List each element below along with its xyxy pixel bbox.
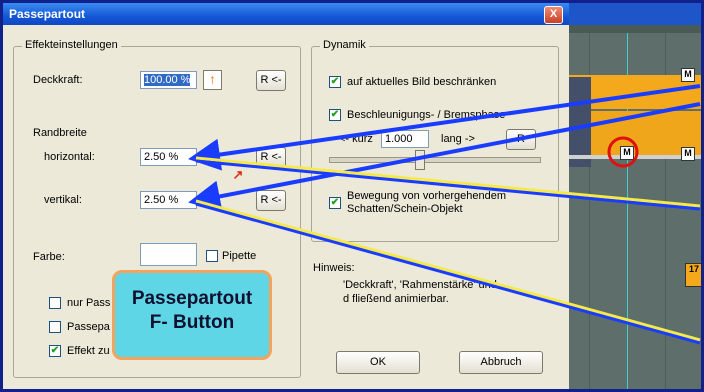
horizontal-reset-button[interactable]: R <- [256,147,286,168]
kurz-input[interactable]: 1.000 [381,130,429,148]
keyframe-arrow-icon[interactable]: ↑ [203,70,222,90]
farbe-label: Farbe: [33,251,65,263]
window-title: Passepartout [9,7,86,21]
option3-label: Effekt zu [67,345,110,357]
marker-icon[interactable]: M [681,147,695,161]
pipette-checkbox[interactable] [206,250,218,262]
callout-line2: F- Button [149,312,235,333]
hint-title: Hinweis: [313,262,355,274]
reset-label: R <- [260,74,282,86]
randbreite-label: Randbreite [33,127,87,139]
timeline-clip-marker[interactable]: 17 [685,263,701,287]
link-arrow-icon[interactable]: ↗ [231,168,245,182]
option1-label: nur Pass [67,297,111,309]
horizontal-value: 2.50 % [144,151,179,163]
vertikal-input[interactable]: 2.50 % [140,191,197,209]
accel-label: Beschleunigungs- / Bremsphase [347,109,506,121]
accel-slider-track[interactable] [329,157,541,163]
deckkraft-reset-button[interactable]: R <- [256,70,286,91]
timeline-panel: M M M 17 [569,25,701,389]
deckkraft-label: Deckkraft: [33,74,83,86]
close-button[interactable]: X [544,6,563,24]
cancel-button[interactable]: Abbruch [459,351,543,374]
horizontal-label: horizontal: [44,151,95,163]
option3-checkbox[interactable]: ✔ [49,345,61,357]
vertikal-value: 2.50 % [144,194,179,206]
option2-checkbox[interactable] [49,321,61,333]
deckkraft-value: 100.00 % [144,74,191,86]
hint-line2: d fließend animierbar. [343,293,449,305]
reset-label: R <- [260,194,282,206]
option2-label: Passepa [67,321,110,333]
effect-settings-title: Effekteinstellungen [22,39,121,51]
color-swatch[interactable] [140,243,197,266]
limit-frame-checkbox[interactable]: ✔ [329,76,341,88]
horizontal-input[interactable]: 2.50 % [140,148,197,166]
title-bar: Passepartout X [3,3,569,25]
lang-label: lang -> [441,133,475,145]
close-icon: X [549,8,558,20]
clip-thumbnail [569,77,591,167]
accel-slider-thumb[interactable] [415,150,425,170]
option1-checkbox[interactable] [49,297,61,309]
kurz-label: <- kurz [339,133,373,145]
reset-label: R <- [260,151,282,163]
motion-shadow-label-2: Schatten/Schein-Objekt [347,203,463,215]
limit-frame-label: auf aktuelles Bild beschränken [347,76,497,88]
dialog-body: Effekteinstellungen Deckkraft: 100.00 % … [3,25,569,389]
vertikal-reset-button[interactable]: R <- [256,190,286,211]
deckkraft-input[interactable]: 100.00 % [140,71,197,89]
ok-button[interactable]: OK [336,351,420,374]
motion-shadow-label-1: Bewegung von vorhergehendem [347,190,507,202]
kurz-value: 1.000 [385,133,413,145]
callout-line1: Passepartout [131,288,253,309]
pipette-label: Pipette [222,250,257,262]
ok-label: OK [370,356,386,368]
passepartout-marker-icon[interactable]: M [620,146,634,160]
hint-line1: 'Deckkraft', 'Rahmenstärke' und [343,279,497,291]
cancel-label: Abbruch [480,356,522,368]
motion-shadow-checkbox[interactable]: ✔ [329,197,341,209]
accel-checkbox[interactable]: ✔ [329,109,341,121]
marker-icon[interactable]: M [681,68,695,82]
vertikal-label: vertikal: [44,194,82,206]
dynamik-reset-button[interactable]: R [506,129,536,150]
callout-box: Passepartout F- Button [112,270,272,360]
dynamics-title: Dynamik [320,39,369,51]
reset-label: R [517,133,525,145]
